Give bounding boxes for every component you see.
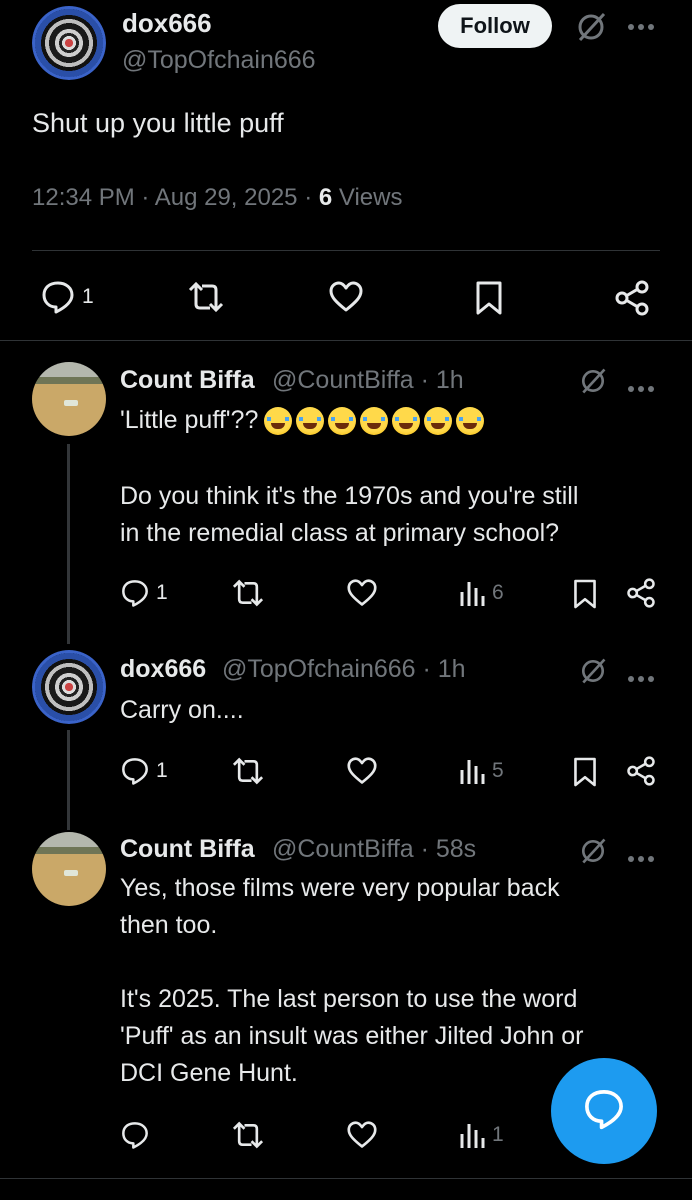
reply-display-name[interactable]: Count Biffa	[120, 366, 255, 395]
more-icon[interactable]	[626, 376, 656, 398]
grok-icon[interactable]	[574, 10, 608, 50]
reply-meta[interactable]: @CountBiffa · 58s	[272, 835, 476, 864]
like-button[interactable]	[346, 1120, 378, 1150]
divider	[0, 340, 692, 341]
follow-button[interactable]: Follow	[438, 4, 552, 48]
rofl-emoji-icon	[264, 407, 293, 436]
reply-button[interactable]: 1	[120, 756, 168, 786]
thread-line	[67, 444, 70, 644]
reply-text-line: 'Little puff'??	[120, 406, 259, 434]
compose-reply-button[interactable]	[551, 1058, 657, 1164]
share-icon	[614, 280, 650, 316]
share-button[interactable]	[614, 280, 650, 316]
main-post-time: 12:34 PM · Aug 29, 2025 ·	[32, 184, 319, 211]
reply-icon	[120, 1120, 150, 1150]
avatar[interactable]	[32, 6, 106, 80]
more-icon[interactable]	[626, 846, 656, 868]
main-post-text: Shut up you little puff	[32, 108, 284, 138]
tweet-thread-page: dox666 @TopOfchain666 Follow Shut up you…	[0, 0, 692, 1200]
grok-icon[interactable]	[578, 836, 608, 872]
avatar[interactable]	[32, 362, 106, 436]
avatar[interactable]	[32, 650, 106, 724]
rofl-emoji-icon	[328, 407, 357, 436]
views-icon	[458, 756, 486, 786]
main-post-display-name[interactable]: dox666	[122, 8, 212, 39]
like-button[interactable]	[328, 280, 364, 314]
divider	[0, 1178, 692, 1179]
views-icon	[458, 578, 486, 608]
retweet-button[interactable]	[230, 578, 266, 608]
grok-icon[interactable]	[578, 656, 608, 692]
retweet-button[interactable]	[230, 756, 266, 786]
views-button[interactable]: 1	[458, 1120, 504, 1150]
reply-count: 1	[82, 285, 94, 308]
reply-count: 1	[156, 581, 168, 604]
reply-text: Carry on....	[120, 696, 244, 724]
reply-text: 'Little puff'??	[120, 402, 660, 439]
reply-icon	[40, 280, 76, 314]
views-button[interactable]: 6	[458, 578, 504, 608]
reply-text-body: Do you think it's the 1970s and you're s…	[120, 482, 579, 547]
joy-emoji-icon	[424, 407, 453, 436]
divider	[32, 250, 660, 251]
retweet-button[interactable]	[230, 1120, 266, 1150]
views-button[interactable]: 5	[458, 756, 504, 786]
like-icon	[346, 578, 378, 608]
like-button[interactable]	[346, 578, 378, 608]
main-post-meta: 12:34 PM · Aug 29, 2025 · 6 Views	[32, 184, 402, 212]
like-icon	[346, 756, 378, 786]
more-icon[interactable]	[626, 14, 656, 36]
bookmark-button[interactable]	[572, 578, 598, 610]
bookmark-icon	[572, 578, 598, 610]
share-icon	[626, 578, 656, 608]
more-icon[interactable]	[626, 666, 656, 688]
views-count: 6	[492, 581, 504, 604]
share-button[interactable]	[626, 578, 656, 608]
emoji-row	[264, 407, 485, 436]
share-icon	[626, 756, 656, 786]
share-button[interactable]	[626, 756, 656, 786]
like-button[interactable]	[346, 756, 378, 786]
joy-emoji-icon	[392, 407, 421, 436]
compose-reply-icon	[582, 1088, 626, 1135]
grok-icon[interactable]	[578, 366, 608, 402]
thread-line	[67, 730, 70, 830]
views-icon	[458, 1120, 486, 1150]
bookmark-button[interactable]	[572, 756, 598, 788]
bookmark-icon	[474, 280, 504, 316]
reply-button[interactable]: 1	[120, 578, 168, 608]
views-count: 5	[492, 759, 504, 782]
reply-meta[interactable]: @TopOfchain666 · 1h	[222, 655, 466, 684]
joy-emoji-icon	[296, 407, 325, 436]
main-post-views-count: 6	[318, 184, 333, 211]
reply-meta[interactable]: @CountBiffa · 1h	[272, 366, 464, 395]
rofl-emoji-icon	[456, 407, 485, 436]
reply-button[interactable]	[120, 1120, 156, 1150]
retweet-button[interactable]	[186, 280, 226, 314]
retweet-icon	[230, 1120, 266, 1150]
bookmark-icon	[572, 756, 598, 788]
like-icon	[346, 1120, 378, 1150]
reply-count: 1	[156, 759, 168, 782]
reply-icon	[120, 578, 150, 608]
views-count: 1	[492, 1123, 504, 1146]
like-icon	[328, 280, 364, 314]
reply-display-name[interactable]: dox666	[120, 655, 206, 684]
retweet-icon	[230, 756, 266, 786]
main-post-views-label: Views	[332, 184, 403, 211]
retweet-icon	[230, 578, 266, 608]
avatar[interactable]	[32, 832, 106, 906]
reply-display-name[interactable]: Count Biffa	[120, 835, 255, 864]
main-post-handle[interactable]: @TopOfchain666	[122, 46, 316, 75]
reply-icon	[120, 756, 150, 786]
reply-button[interactable]: 1	[40, 280, 94, 314]
reply-text: Yes, those films were very popular back …	[120, 874, 584, 1087]
joy-emoji-icon	[360, 407, 389, 436]
bookmark-button[interactable]	[474, 280, 504, 316]
retweet-icon	[186, 280, 226, 314]
